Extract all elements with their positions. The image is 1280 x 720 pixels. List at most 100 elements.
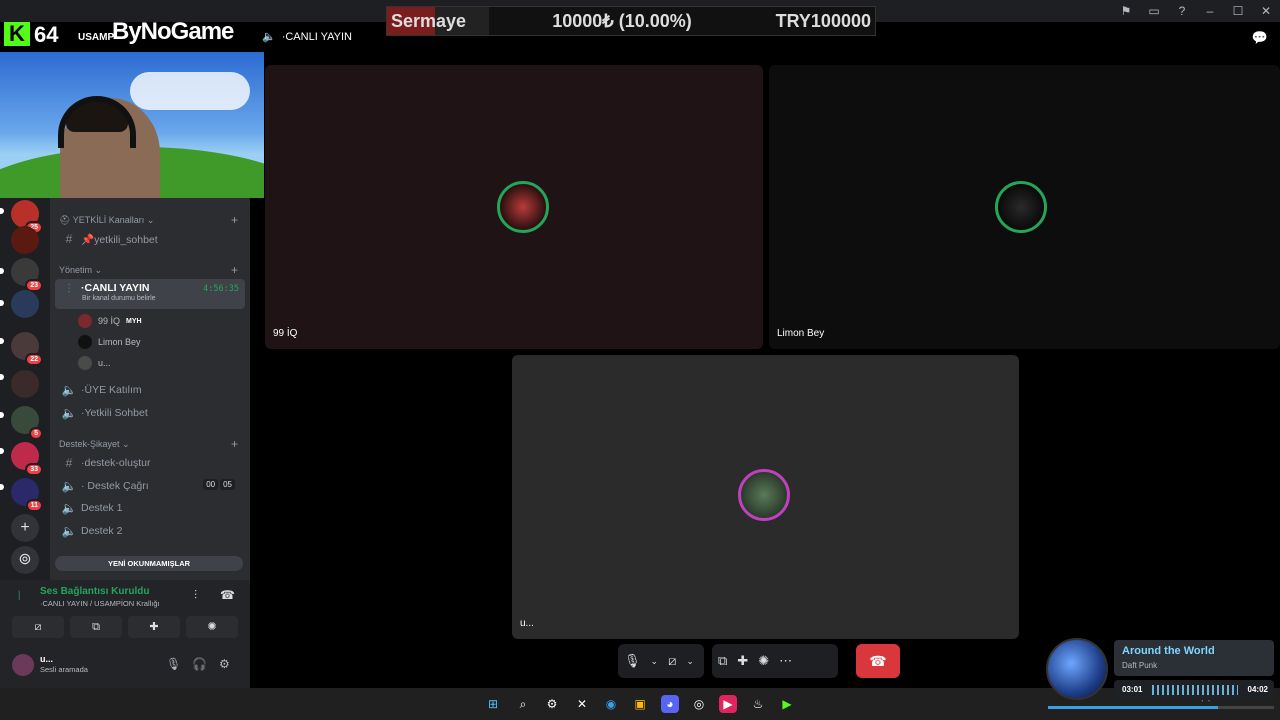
add-channel-icon[interactable]: + xyxy=(231,437,238,451)
screen-share-button[interactable]: ⧉ xyxy=(70,616,122,638)
add-channel-icon[interactable]: + xyxy=(231,213,238,227)
headphones-icon[interactable]: 🎧 xyxy=(192,657,207,671)
soundboard-icon[interactable]: ✺ xyxy=(758,653,769,669)
edge-icon[interactable]: ◉ xyxy=(602,695,620,713)
speaker-icon: 🔈 xyxy=(61,479,77,493)
category-yonetim[interactable]: Yönetim ⌄ xyxy=(59,265,102,276)
channel-label: ·destek-oluştur xyxy=(81,457,151,469)
store-icon[interactable]: ▣ xyxy=(631,695,649,713)
track-timeline: 03:01 04:02 xyxy=(1114,680,1274,700)
add-channel-icon[interactable]: + xyxy=(231,263,238,277)
channel-yetkili-sohbet-voice[interactable]: 🔈 ·Yetkili Sohbet xyxy=(55,402,245,424)
help-icon[interactable]: ? xyxy=(1174,2,1190,20)
channel-yetkili-sohbet[interactable]: # 📌yetkili_sohbet xyxy=(55,228,245,250)
microphone-icon[interactable]: 🎙 xyxy=(166,657,181,671)
server-icon[interactable] xyxy=(11,370,39,398)
channel-header: 🔈 ·CANLI YAYIN xyxy=(262,30,352,44)
locked-speaker-icon: 🔈 xyxy=(61,501,77,515)
maximize-button[interactable]: ☐ xyxy=(1230,2,1246,20)
start-icon[interactable]: ⊞ xyxy=(484,695,502,713)
settings-icon[interactable]: ⚙ xyxy=(219,657,230,671)
media-icon[interactable]: ▶ xyxy=(719,695,737,713)
waveform xyxy=(1152,685,1238,695)
server-icon[interactable]: 22 xyxy=(11,332,43,366)
activities-icon[interactable]: ✚ xyxy=(737,653,748,669)
chevron-down-icon[interactable]: ⌄ xyxy=(686,656,694,667)
more-icon[interactable]: ⋯ xyxy=(779,653,792,669)
call-duration: 4:56:35 xyxy=(203,284,239,294)
voice-active-icon: ⫶ xyxy=(67,282,71,296)
call-controls: 🎙 ⌄ ⧄ ⌄ ⧉ ✚ ✺ ⋯ xyxy=(618,644,838,678)
avatar xyxy=(78,335,92,349)
add-server-icon[interactable]: + xyxy=(11,514,39,542)
channel-destek-2[interactable]: 🔈 Destek 2 xyxy=(55,520,245,542)
participant-name: Limon Bey xyxy=(777,328,825,339)
screen-share-icon[interactable]: ⧉ xyxy=(718,653,727,669)
search-icon[interactable]: ⌕ xyxy=(514,695,532,713)
voice-user-name: u... xyxy=(98,358,111,368)
voice-status[interactable]: Ses Bağlantısı Kuruldu xyxy=(40,586,149,597)
channel-status[interactable]: Bir kanal durumu belirle xyxy=(82,295,156,302)
discord-icon[interactable]: ◕ xyxy=(661,695,679,713)
server-icon[interactable]: 23 xyxy=(11,258,43,292)
voice-user[interactable]: u... xyxy=(78,354,111,372)
voice-user[interactable]: Limon Bey xyxy=(78,333,141,351)
channel-uye-katilim[interactable]: 🔈 ·ÜYE Katılım xyxy=(55,379,245,401)
username[interactable]: u... xyxy=(40,654,53,664)
camera-button[interactable]: ⧄ xyxy=(12,616,64,638)
voice-user[interactable]: 99 İQ MYH xyxy=(78,312,142,330)
locked-speaker-icon: 🔈 xyxy=(61,524,77,538)
server-icon[interactable]: 5 xyxy=(11,406,43,440)
server-icon[interactable]: 11 xyxy=(11,478,43,512)
kick-app-icon[interactable]: ▶ xyxy=(778,695,796,713)
avatar xyxy=(78,356,92,370)
settings-icon[interactable]: ⚙ xyxy=(543,695,561,713)
steam-icon[interactable]: ♨ xyxy=(749,695,767,713)
chevron-down-icon[interactable]: ⌄ xyxy=(651,656,659,667)
disconnect-button[interactable]: ☎ xyxy=(856,644,900,678)
guild-name: USAMP xyxy=(78,32,115,43)
server-icon[interactable] xyxy=(11,226,39,254)
album-art xyxy=(1046,638,1108,700)
track-elapsed: 03:01 xyxy=(1122,685,1143,694)
user-tag: MYH xyxy=(126,317,142,325)
noise-suppression-icon[interactable]: ⫶ xyxy=(194,588,197,603)
channel-destek-1[interactable]: 🔈 Destek 1 xyxy=(55,497,245,519)
disconnect-icon[interactable]: ☎ xyxy=(220,588,235,602)
server-icon[interactable] xyxy=(11,290,39,318)
channel-destek-olustur[interactable]: # ·destek-oluştur xyxy=(55,452,245,474)
participant-tile[interactable]: Limon Bey xyxy=(769,65,1280,349)
category-yetkili[interactable]: ⛑ YETKİLİ Kanalları ⌄ xyxy=(59,215,154,226)
activity-button[interactable]: ✚ xyxy=(128,616,180,638)
signal-icon[interactable]: ⦚ xyxy=(18,589,21,604)
server-icon[interactable]: 25 xyxy=(11,200,43,234)
channel-label: ·CANLI YAYIN xyxy=(81,282,150,294)
minimize-button[interactable]: – xyxy=(1202,2,1218,20)
avatar[interactable] xyxy=(12,654,34,676)
monitor-icon[interactable]: ▭ xyxy=(1146,2,1162,20)
category-destek[interactable]: Destek-Şikayet ⌄ xyxy=(59,439,130,450)
camera-off-icon[interactable]: ⧄ xyxy=(668,653,676,669)
mention-badge: 11 xyxy=(25,499,43,512)
microphone-icon[interactable]: 🎙 xyxy=(624,653,641,669)
bynogame-logo: ByNoGame xyxy=(112,18,234,45)
voice-user-name: Limon Bey xyxy=(98,337,141,347)
explore-icon[interactable]: ⊚ xyxy=(11,546,39,574)
chrome-icon[interactable]: ◎ xyxy=(690,695,708,713)
participant-tile[interactable]: u... xyxy=(512,355,1019,639)
channel-label: Destek 1 xyxy=(81,502,123,514)
banner-label: Sermaye xyxy=(387,7,489,35)
participant-tile[interactable]: 99 İQ xyxy=(265,65,763,349)
channel-destek-cagri[interactable]: 🔈 · Destek Çağrı 00 05 xyxy=(55,475,245,497)
kick-logo: K xyxy=(4,22,30,46)
inbox-icon[interactable]: ⚑ xyxy=(1118,2,1134,20)
chat-icon[interactable]: 💬 xyxy=(1252,30,1268,46)
voice-location[interactable]: ·CANLI YAYIN / USAMPİON Krallığı xyxy=(40,599,160,608)
server-icon[interactable]: 33 xyxy=(11,442,43,476)
channel-canli-yayin[interactable]: ⫶ ·CANLI YAYIN 4:56:35 Bir kanal durumu … xyxy=(55,279,245,309)
new-unreads-button[interactable]: YENİ OKUNMAMIŞLAR xyxy=(55,556,243,571)
x-app-icon[interactable]: ✕ xyxy=(573,695,591,713)
close-button[interactable]: ✕ xyxy=(1258,2,1274,20)
user-limit-counter: 00 05 xyxy=(203,479,235,490)
soundboard-button[interactable]: ✺ xyxy=(186,616,238,638)
